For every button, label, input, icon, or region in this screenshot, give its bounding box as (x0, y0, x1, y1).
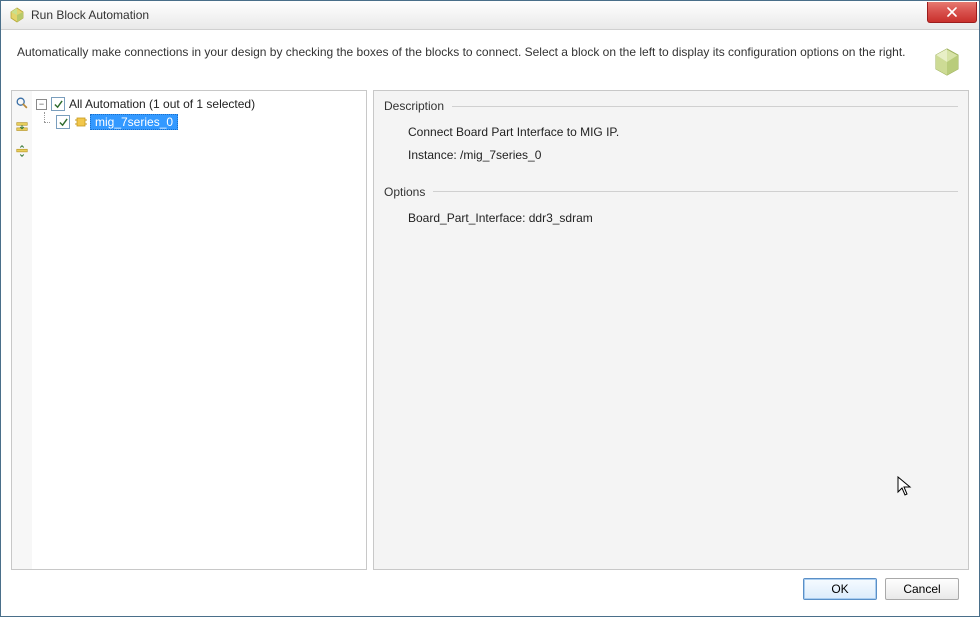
description-header: Description (384, 99, 958, 113)
tree-root-label: All Automation (1 out of 1 selected) (69, 97, 255, 111)
close-button[interactable] (927, 2, 977, 23)
dialog-content: Automatically make connections in your d… (1, 30, 979, 616)
dialog-window: Run Block Automation Automatically make … (0, 0, 980, 617)
app-icon (9, 7, 25, 23)
tree-toolbar (12, 91, 32, 569)
divider (452, 106, 958, 107)
divider (433, 191, 958, 192)
brand-icon (931, 46, 963, 78)
options-header: Options (384, 185, 958, 199)
info-text: Automatically make connections in your d… (17, 44, 917, 61)
expand-all-icon[interactable] (14, 119, 30, 135)
search-icon[interactable] (14, 95, 30, 111)
tree-item-row[interactable]: mig_7series_0 (36, 113, 362, 131)
tree-view[interactable]: − All Automation (1 out of 1 selected) (32, 91, 366, 569)
item-checkbox[interactable] (56, 115, 70, 129)
description-line1: Connect Board Part Interface to MIG IP. (408, 121, 958, 144)
collapse-all-icon[interactable] (14, 143, 30, 159)
window-title: Run Block Automation (31, 8, 927, 22)
options-body: Board_Part_Interface: ddr3_sdram (384, 205, 958, 248)
title-bar: Run Block Automation (1, 1, 979, 30)
ok-button[interactable]: OK (803, 578, 877, 600)
body-panes: − All Automation (1 out of 1 selected) (11, 90, 969, 570)
options-line1: Board_Part_Interface: ddr3_sdram (408, 207, 958, 230)
root-checkbox[interactable] (51, 97, 65, 111)
tree-item-label: mig_7series_0 (90, 114, 178, 130)
ip-block-icon (74, 115, 88, 129)
cancel-button[interactable]: Cancel (885, 578, 959, 600)
collapse-icon[interactable]: − (36, 99, 47, 110)
detail-panel: Description Connect Board Part Interface… (373, 90, 969, 570)
description-body: Connect Board Part Interface to MIG IP. … (384, 119, 958, 185)
info-bar: Automatically make connections in your d… (11, 40, 969, 90)
description-header-label: Description (384, 99, 444, 113)
tree-root-row[interactable]: − All Automation (1 out of 1 selected) (36, 95, 362, 113)
options-header-label: Options (384, 185, 425, 199)
description-line2: Instance: /mig_7series_0 (408, 144, 958, 167)
dialog-footer: OK Cancel (11, 570, 969, 606)
tree-panel: − All Automation (1 out of 1 selected) (11, 90, 367, 570)
